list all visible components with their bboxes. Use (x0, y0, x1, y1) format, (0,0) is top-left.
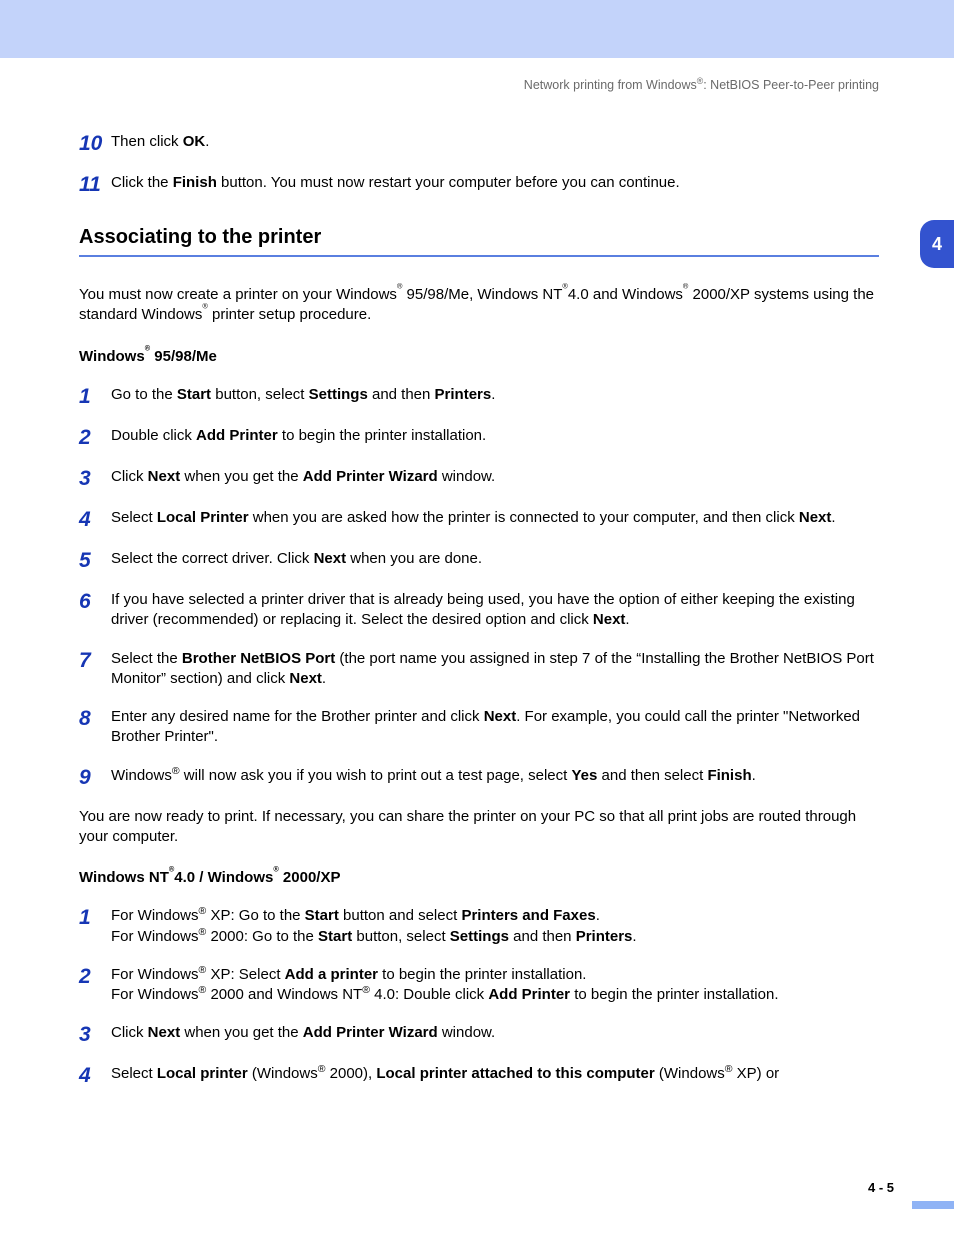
page-content: Network printing from Windows®: NetBIOS … (79, 78, 879, 1105)
step-number: 10 (79, 132, 111, 155)
intro-paragraph: You must now create a printer on your Wi… (79, 285, 879, 326)
subsection-2-title: Windows NT®4.0 / Windows® 2000/XP (79, 869, 879, 886)
step: 1Go to the Start button, select Settings… (79, 385, 879, 408)
top-steps-list: 10Then click OK. 11Click the Finish butto… (79, 132, 879, 196)
step-number: 4 (79, 508, 111, 531)
step: 2Double click Add Printer to begin the p… (79, 426, 879, 449)
step-text: Click Next when you get the Add Printer … (111, 467, 879, 487)
step-text: Double click Add Printer to begin the pr… (111, 426, 879, 446)
step: 3Click Next when you get the Add Printer… (79, 1023, 879, 1046)
page-footer: 4 - 5 (868, 1180, 894, 1195)
step: 3Click Next when you get the Add Printer… (79, 467, 879, 490)
step-text: Select Local Printer when you are asked … (111, 508, 879, 528)
step-text: Windows® will now ask you if you wish to… (111, 766, 879, 786)
step: 5Select the correct driver. Click Next w… (79, 549, 879, 572)
step: 6If you have selected a printer driver t… (79, 590, 879, 631)
step: 1For Windows® XP: Go to the Start button… (79, 906, 879, 947)
step-text: Go to the Start button, select Settings … (111, 385, 879, 405)
header-text: Network printing from Windows®: NetBIOS … (524, 78, 879, 92)
page-number: 4 - 5 (868, 1180, 894, 1195)
step: 11Click the Finish button. You must now … (79, 173, 879, 196)
step-number: 11 (79, 173, 111, 196)
step-text: If you have selected a printer driver th… (111, 590, 879, 631)
step-number: 4 (79, 1064, 111, 1087)
chapter-number: 4 (932, 234, 942, 255)
step-number: 8 (79, 707, 111, 730)
step: 4Select Local Printer when you are asked… (79, 508, 879, 531)
step-text: Click Next when you get the Add Printer … (111, 1023, 879, 1043)
section-underline (79, 255, 879, 257)
step: 8Enter any desired name for the Brother … (79, 707, 879, 748)
chapter-tab: 4 (920, 220, 954, 268)
subsection-1-title: Windows® 95/98/Me (79, 348, 879, 365)
step-text: For Windows® XP: Go to the Start button … (111, 906, 879, 947)
section-title: Associating to the printer (79, 226, 879, 249)
step-number: 3 (79, 467, 111, 490)
step-number: 1 (79, 906, 111, 929)
top-band (0, 0, 954, 58)
step-number: 5 (79, 549, 111, 572)
step-text: Select the correct driver. Click Next wh… (111, 549, 879, 569)
step: 2For Windows® XP: Select Add a printer t… (79, 965, 879, 1006)
step-text: Select Local printer (Windows® 2000), Lo… (111, 1064, 879, 1084)
corner-accent (912, 1201, 954, 1209)
step-text: Click the Finish button. You must now re… (111, 173, 879, 193)
step-number: 1 (79, 385, 111, 408)
step: 4Select Local printer (Windows® 2000), L… (79, 1064, 879, 1087)
step-number: 7 (79, 649, 111, 672)
step: 9Windows® will now ask you if you wish t… (79, 766, 879, 789)
step: 7Select the Brother NetBIOS Port (the po… (79, 649, 879, 690)
step-number: 6 (79, 590, 111, 613)
step-text: Select the Brother NetBIOS Port (the por… (111, 649, 879, 690)
sub1-after-paragraph: You are now ready to print. If necessary… (79, 807, 879, 848)
step-text: For Windows® XP: Select Add a printer to… (111, 965, 879, 1006)
sub2-steps-list: 1For Windows® XP: Go to the Start button… (79, 906, 879, 1087)
step-number: 3 (79, 1023, 111, 1046)
step-number: 2 (79, 965, 111, 988)
step-number: 9 (79, 766, 111, 789)
step-number: 2 (79, 426, 111, 449)
page-header: Network printing from Windows®: NetBIOS … (79, 78, 879, 92)
step: 10Then click OK. (79, 132, 879, 155)
step-text: Then click OK. (111, 132, 879, 152)
step-text: Enter any desired name for the Brother p… (111, 707, 879, 748)
sub1-steps-list: 1Go to the Start button, select Settings… (79, 385, 879, 789)
